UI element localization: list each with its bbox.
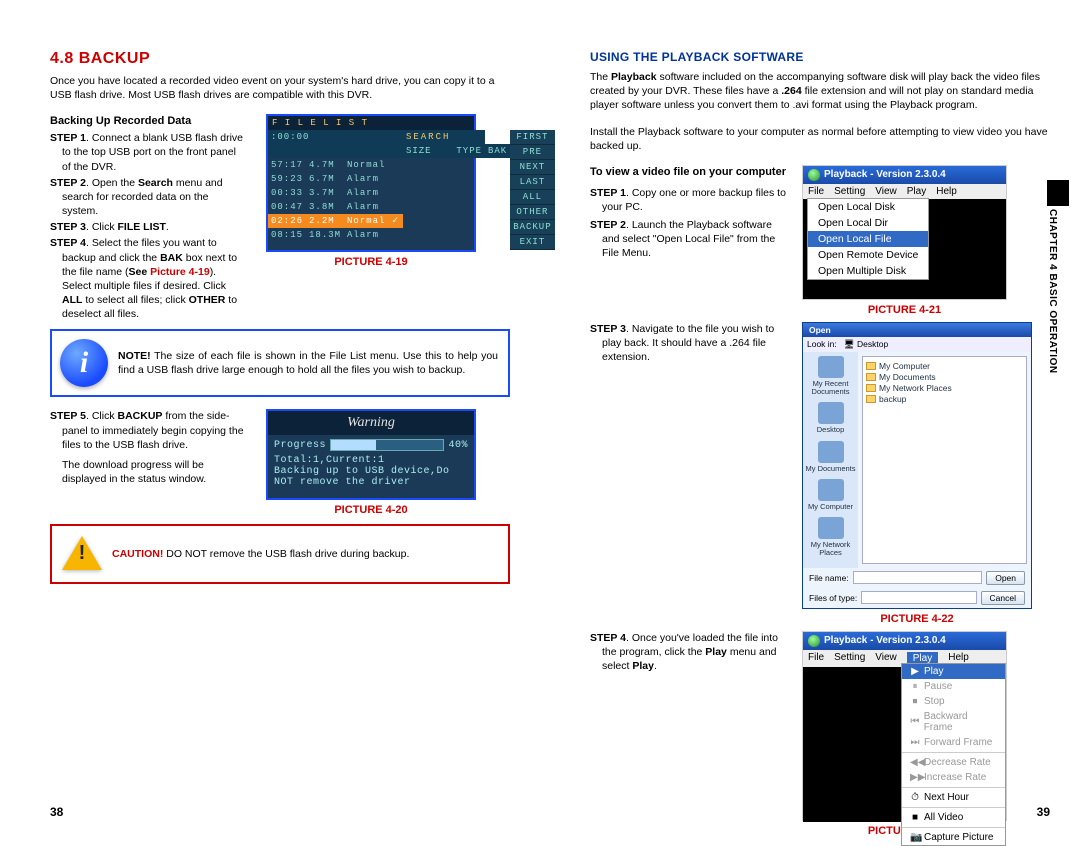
open-file-item[interactable]: My Computer <box>866 361 1023 371</box>
file-menu-item[interactable]: Open Local Disk <box>808 199 928 215</box>
open-file-item[interactable]: My Network Places <box>866 383 1023 393</box>
caution-text: CAUTION! DO NOT remove the USB flash dri… <box>112 548 409 560</box>
open-dialog-title: Open <box>803 323 1031 337</box>
play-menu-item[interactable]: ⏹Stop <box>902 694 1005 709</box>
play-menu-item[interactable]: ⏱Next Hour <box>902 790 1005 805</box>
playback-app-icon <box>808 635 820 647</box>
file-menu-item[interactable]: Open Remote Device <box>808 247 928 263</box>
page-39: USING THE PLAYBACK SOFTWARE The Playback… <box>540 0 1080 834</box>
play-menu-item[interactable]: 📷Capture Picture <box>902 830 1005 845</box>
caption-4-19: PICTURE 4-19 <box>266 256 476 268</box>
open-sidebar-item[interactable]: My Network Places <box>805 517 856 558</box>
play-menu-item[interactable]: ▶Play <box>902 664 1005 679</box>
caption-4-20: PICTURE 4-20 <box>266 504 476 516</box>
dvr-row[interactable]: 08:1518.3MAlarm <box>268 228 403 242</box>
dvr-row[interactable]: 00:473.8MAlarm <box>268 200 403 214</box>
intro-text: Once you have located a recorded video e… <box>50 74 510 102</box>
picture-4-23: Playback - Version 2.3.0.4 File Setting Vi… <box>802 631 1007 837</box>
menu-view[interactable]: View <box>875 652 897 665</box>
section-heading-right: USING THE PLAYBACK SOFTWARE <box>590 50 1050 64</box>
playback-titlebar-2: Playback - Version 2.3.0.4 <box>803 632 1006 650</box>
picture-4-21: Playback - Version 2.3.0.4 File Setting Vi… <box>802 165 1007 316</box>
open-filename-input[interactable] <box>853 571 983 584</box>
right-steps-2: STEP 3. Navigate to the file you wish to… <box>590 322 790 625</box>
warning-icon: ! <box>62 536 102 572</box>
cancel-button[interactable]: Cancel <box>981 591 1025 605</box>
right-p2: Install the Playback software to your co… <box>590 125 1050 153</box>
play-menu-item[interactable]: ⏸Pause <box>902 679 1005 694</box>
play-menu-item[interactable]: ⏭Forward Frame <box>902 735 1005 750</box>
page-38: 4.8 BACKUP Once you have located a recor… <box>0 0 540 834</box>
file-menu-item[interactable]: Open Multiple Disk <box>808 263 928 279</box>
step-3: STEP 3. Click FILE LIST. <box>50 220 244 234</box>
info-icon: i <box>60 339 108 387</box>
play-menu-item[interactable]: ▶▶Increase Rate <box>902 770 1005 785</box>
dvr-row[interactable]: 59:236.7MAlarm <box>268 172 403 186</box>
page-number-left: 38 <box>50 805 63 819</box>
note-box: i NOTE! The size of each file is shown i… <box>50 329 510 397</box>
menu-play[interactable]: Play <box>907 186 926 197</box>
file-menu-item[interactable]: Open Local Dir <box>808 215 928 231</box>
r-step-1: STEP 1. Copy one or more backup files to… <box>590 186 790 214</box>
picture-4-20: Warning Progress 40% Total:1,Current:1 B… <box>266 409 476 516</box>
playback-menubar[interactable]: File Setting View Play Help <box>803 184 1006 199</box>
open-button[interactable]: Open <box>986 571 1025 585</box>
menu-file[interactable]: File <box>808 652 824 665</box>
open-file-item[interactable]: backup <box>866 394 1023 404</box>
open-filetype-input[interactable] <box>861 591 976 604</box>
caption-4-22: PICTURE 4-22 <box>802 613 1032 625</box>
dvr-row[interactable]: 57:174.7MNormal <box>268 158 403 172</box>
menu-setting[interactable]: Setting <box>834 652 865 665</box>
picture-4-22: Open Look in: 🖥 Desktop My Recent Docume… <box>802 322 1032 625</box>
right-steps-3: STEP 4. Once you've loaded the file into… <box>590 631 790 837</box>
open-file-item[interactable]: My Documents <box>866 372 1023 382</box>
r-step-4: STEP 4. Once you've loaded the file into… <box>590 631 790 674</box>
play-menu-item[interactable]: ■All Video <box>902 810 1005 825</box>
caution-box: ! CAUTION! DO NOT remove the USB flash d… <box>50 524 510 584</box>
subhead-backing-up: Backing Up Recorded Data <box>50 114 244 129</box>
caption-4-21: PICTURE 4-21 <box>802 304 1007 316</box>
right-p1: The Playback software included on the ac… <box>590 70 1050 113</box>
dvr-row[interactable]: 02:262.2MNormal✓ <box>268 214 403 228</box>
warning-title: Warning <box>268 411 474 435</box>
play-menu-item[interactable]: ⏮Backward Frame <box>902 709 1005 735</box>
chapter-tab: CHAPTER 4 BASIC OPERATION <box>1047 180 1080 374</box>
open-sidebar-item[interactable]: My Documents <box>805 441 856 473</box>
picture-4-19: F I L E L I S T :00:00 SEARCH SIZE <box>266 114 476 323</box>
play-menu-dropdown[interactable]: ▶Play⏸Pause⏹Stop⏮Backward Frame⏭Forward … <box>901 663 1006 846</box>
open-toolbar: Look in: 🖥 Desktop <box>803 337 1031 352</box>
file-menu-dropdown[interactable]: Open Local DiskOpen Local DirOpen Local … <box>807 198 929 280</box>
file-menu-item[interactable]: Open Local File <box>808 231 928 247</box>
menu-view[interactable]: View <box>875 186 897 197</box>
open-sidebar-item[interactable]: My Recent Documents <box>805 356 856 397</box>
open-sidebar-item[interactable]: Desktop <box>805 402 856 434</box>
menu-file[interactable]: File <box>808 186 824 197</box>
note-text: NOTE! The size of each file is shown in … <box>118 349 498 377</box>
subhead-view-video: To view a video file on your computer <box>590 165 790 180</box>
open-sidebar-item[interactable]: My Computer <box>805 479 856 511</box>
step-4: STEP 4. Select the files you want to bac… <box>50 236 244 321</box>
step-1: STEP 1. Connect a blank USB flash drive … <box>50 131 244 174</box>
progress-bar <box>330 439 444 451</box>
play-menu-item[interactable]: ◀◀Decrease Rate <box>902 755 1005 770</box>
dvr-table: :00:00 SEARCH SIZE TYPE BAK 57:174.7MNor… <box>268 130 510 242</box>
playback-titlebar: Playback - Version 2.3.0.4 <box>803 166 1006 184</box>
dvr-row[interactable]: 00:333.7MAlarm <box>268 186 403 200</box>
r-step-2: STEP 2. Launch the Playback software and… <box>590 218 790 261</box>
step-2: STEP 2. Open the Search menu and search … <box>50 176 244 219</box>
dvr-filelist-title: F I L E L I S T <box>268 116 474 130</box>
menu-setting[interactable]: Setting <box>834 186 865 197</box>
right-steps-1: To view a video file on your computer ST… <box>590 165 790 316</box>
step-5: STEP 5. Click BACKUP from the side-panel… <box>50 409 244 452</box>
steps-col-1: Backing Up Recorded Data STEP 1. Connect… <box>50 114 244 323</box>
r-step-3: STEP 3. Navigate to the file you wish to… <box>590 322 790 365</box>
steps-col-2: STEP 5. Click BACKUP from the side-panel… <box>50 409 244 516</box>
open-file-list[interactable]: My ComputerMy DocumentsMy Network Places… <box>862 356 1027 564</box>
open-sidebar[interactable]: My Recent Documents Desktop My Documents My… <box>803 352 858 568</box>
step-5-note: The download progress will be displayed … <box>50 458 244 486</box>
section-heading: 4.8 BACKUP <box>50 50 510 68</box>
playback-app-icon <box>808 169 820 181</box>
menu-help[interactable]: Help <box>936 186 957 197</box>
page-number-right: 39 <box>1037 805 1050 819</box>
